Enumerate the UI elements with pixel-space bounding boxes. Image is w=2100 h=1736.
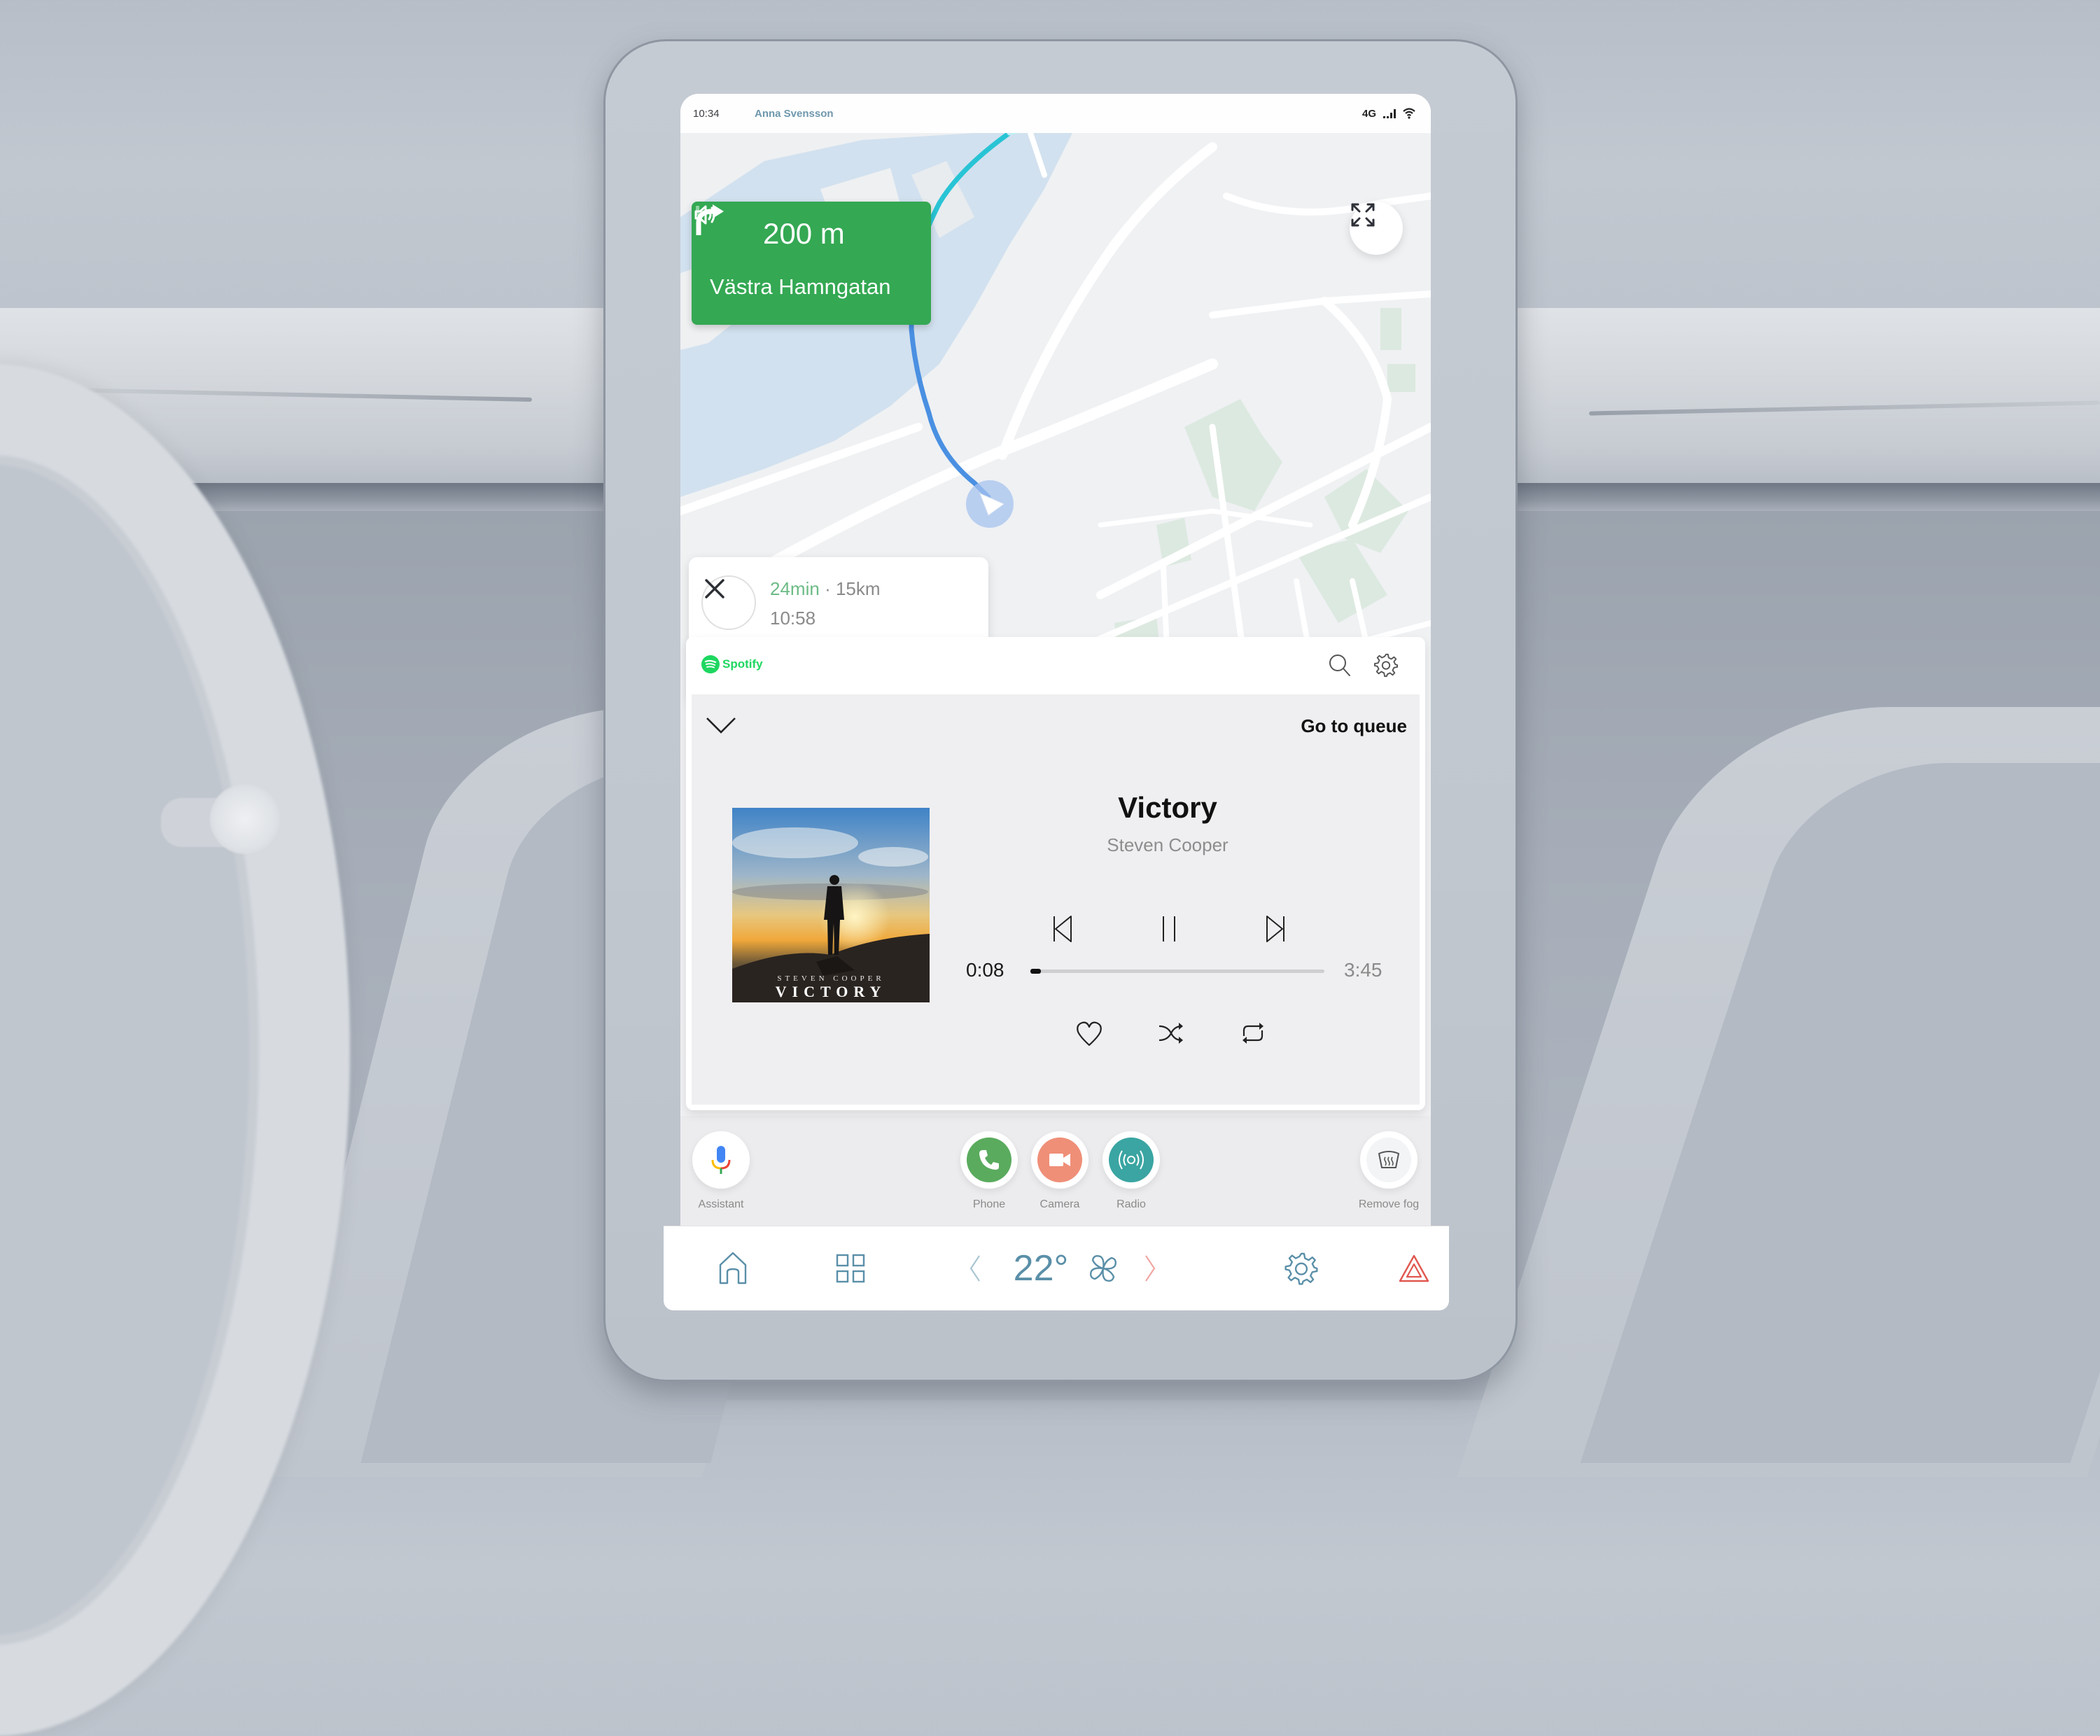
shuffle-button[interactable]: [1152, 1014, 1191, 1053]
now-playing: Go to queue STEVEN COOPER VICTORY Victor…: [692, 694, 1420, 1105]
trip-duration: 24min: [770, 578, 820, 599]
assistant-button[interactable]: [692, 1131, 750, 1189]
repeat-icon: [1242, 1023, 1264, 1044]
hazard-warning-icon: [1399, 1254, 1429, 1282]
next-track-button[interactable]: [1256, 909, 1295, 948]
climate-bottom-bar: 22°: [664, 1226, 1449, 1310]
playback-progress-slider[interactable]: [1030, 969, 1324, 974]
spotify-logo-icon: [701, 655, 720, 673]
playback-progress-fill: [1030, 969, 1042, 974]
user-profile-name[interactable]: Anna Svensson: [755, 108, 834, 120]
chevron-down-icon[interactable]: [704, 711, 738, 739]
radio-label: Radio: [1116, 1198, 1146, 1210]
radio-shortcut[interactable]: Radio: [1086, 1116, 1177, 1211]
skip-previous-icon: [1054, 916, 1072, 942]
skip-next-icon: [1266, 916, 1284, 942]
spotify-logo: Spotify: [701, 655, 763, 673]
end-route-button[interactable]: [701, 575, 756, 630]
trip-arrival-time: 10:58: [770, 608, 816, 629]
heart-icon: [1077, 1021, 1102, 1046]
search-icon[interactable]: [1327, 652, 1352, 678]
network-type: 4G: [1362, 107, 1376, 120]
steering-stalk-knob: [210, 784, 280, 854]
map-park: [1380, 308, 1401, 350]
defrost-icon: [1378, 1151, 1399, 1168]
wifi-icon: [1403, 108, 1415, 119]
radio-broadcast-icon: [1119, 1150, 1144, 1170]
camera-button[interactable]: [1031, 1131, 1088, 1189]
trip-distance: 15km: [835, 578, 881, 599]
spotify-app-name: Spotify: [722, 657, 763, 671]
track-title: Victory: [1118, 791, 1217, 824]
phone-label: Phone: [972, 1198, 1006, 1210]
previous-track-button[interactable]: [1043, 909, 1082, 948]
pause-button[interactable]: [1149, 909, 1189, 948]
repeat-button[interactable]: [1233, 1014, 1273, 1053]
album-artwork: STEVEN COOPER VICTORY: [732, 808, 930, 1002]
fan-button[interactable]: [1082, 1226, 1124, 1310]
vehicle-settings-button[interactable]: [1270, 1226, 1333, 1310]
cabin-temperature: 22°: [1013, 1248, 1069, 1289]
home-button[interactable]: [701, 1226, 764, 1310]
remove-fog-shortcut[interactable]: Remove fog: [1343, 1116, 1431, 1211]
pause-icon: [1163, 916, 1175, 941]
phone-icon-badge: [967, 1138, 1011, 1182]
radio-icon-badge: [1109, 1138, 1154, 1182]
camera-label: Camera: [1040, 1198, 1080, 1210]
signal-bars-icon: [1383, 108, 1396, 118]
remove-fog-label: Remove fog: [1358, 1198, 1420, 1210]
gear-icon: [1284, 1252, 1318, 1285]
app-grid-icon: [836, 1254, 865, 1283]
expand-map-button[interactable]: [1350, 202, 1403, 255]
map-park: [1387, 364, 1415, 392]
temperature-display: 22°: [1002, 1226, 1079, 1310]
temperature-up-button[interactable]: [1133, 1226, 1168, 1310]
like-button[interactable]: [1070, 1014, 1109, 1053]
phone-icon: [979, 1150, 999, 1170]
spotify-header-actions: [1327, 652, 1399, 678]
microphone-icon: [711, 1146, 731, 1174]
album-artist-caption: STEVEN COOPER: [777, 974, 885, 983]
trip-separator: ·: [825, 578, 831, 599]
fan-icon: [1089, 1254, 1117, 1282]
playback-controls: [1043, 904, 1295, 953]
expand-fullscreen-icon: [1351, 203, 1375, 227]
connectivity-indicators: 4G: [1362, 108, 1415, 120]
assistant-label: Assistant: [698, 1198, 744, 1210]
remove-fog-button[interactable]: [1360, 1131, 1418, 1189]
camera-icon-badge: [1037, 1138, 1082, 1182]
gear-icon[interactable]: [1373, 652, 1399, 678]
turn-instruction-card[interactable]: 200 m Västra Hamngatan: [692, 202, 931, 325]
volume-icon[interactable]: [692, 202, 718, 228]
phone-button[interactable]: [960, 1131, 1018, 1189]
spotify-header: Spotify: [686, 637, 1425, 694]
quick-actions-row: Assistant Phone Camera Radio Remove fog: [680, 1116, 1431, 1228]
status-time: 10:34: [693, 107, 720, 120]
infotainment-screen: 10:34 Anna Svensson 4G 200 m Västra Hamn…: [680, 94, 1431, 1242]
track-artist[interactable]: Steven Cooper: [909, 834, 1427, 856]
shuffle-icon: [1158, 1023, 1183, 1044]
assistant-shortcut[interactable]: Assistant: [680, 1116, 766, 1211]
total-time: 3:45: [1344, 959, 1382, 981]
spotify-player-panel: Spotify Go to queue STEVEN COOPER VICTOR…: [686, 637, 1425, 1110]
secondary-controls: [1070, 1012, 1273, 1054]
temperature-down-button[interactable]: [958, 1226, 993, 1310]
video-camera-icon: [1049, 1154, 1070, 1166]
app-grid-button[interactable]: [819, 1226, 882, 1310]
album-title-caption: VICTORY: [775, 983, 887, 1000]
album-artwork-image: [732, 808, 930, 1002]
turn-distance: 200 m: [763, 217, 845, 250]
radio-button[interactable]: [1102, 1131, 1160, 1189]
chevron-left-icon: [969, 1255, 980, 1282]
chevron-right-icon: [1145, 1255, 1156, 1282]
elapsed-time: 0:08: [966, 959, 1004, 981]
close-icon: [705, 579, 724, 598]
go-to-queue-button[interactable]: Go to queue: [1301, 715, 1407, 737]
defrost-icon-badge: [1366, 1138, 1411, 1182]
trip-duration-distance: 24min · 15km: [770, 578, 881, 600]
turn-street-name: Västra Hamngatan: [710, 274, 891, 299]
hazard-lights-button[interactable]: [1386, 1226, 1442, 1310]
home-icon: [719, 1252, 747, 1284]
status-bar: 10:34 Anna Svensson 4G: [680, 94, 1431, 133]
